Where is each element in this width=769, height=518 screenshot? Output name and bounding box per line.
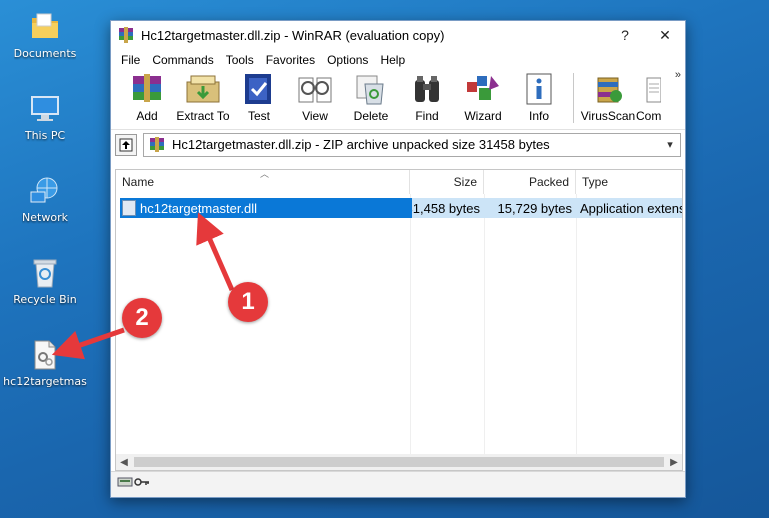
tool-label: Test (247, 109, 270, 123)
tool-label: Find (415, 109, 439, 123)
desktop-icon-dll-file[interactable]: hc12targetmas (2, 338, 88, 388)
archive-path-text: Hc12targetmaster.dll.zip - ZIP archive u… (172, 137, 550, 152)
help-button[interactable]: ? (605, 21, 645, 49)
add-archive-icon (127, 71, 167, 107)
dll-file-icon (27, 338, 63, 372)
column-packed[interactable]: Packed (484, 170, 576, 194)
dll-file-icon (122, 200, 136, 216)
status-bar (111, 471, 685, 497)
folder-icon (27, 10, 63, 44)
desktop-icon-label: Recycle Bin (13, 293, 77, 306)
file-row-selected[interactable]: hc12targetmaster.dll 31,458 bytes 15,729… (120, 198, 682, 218)
tool-label: Wizard (464, 109, 502, 123)
toolbar-overflow-chevron-icon[interactable]: » (675, 69, 681, 81)
winrar-window: Hc12targetmaster.dll.zip - WinRAR (evalu… (110, 20, 686, 498)
file-packed: 15,729 bytes (484, 198, 576, 218)
wizard-icon (463, 71, 503, 107)
column-divider (410, 194, 411, 460)
toolbar: Add Extract To Test View Delete Find Wiz… (111, 69, 685, 129)
column-divider (484, 194, 485, 460)
tool-label: Extract To (176, 109, 230, 123)
column-header: ︿ Name Size Packed Type (116, 170, 682, 194)
desktop-icon-label: This PC (24, 129, 66, 142)
virusscan-button[interactable]: VirusScan (580, 71, 636, 123)
computer-icon (27, 92, 63, 126)
sort-ascending-icon: ︿ (260, 169, 270, 179)
test-icon (239, 71, 279, 107)
info-icon (519, 71, 559, 107)
view-button[interactable]: View (287, 71, 343, 123)
desktop-icon-documents[interactable]: Documents (2, 10, 88, 60)
close-button[interactable]: ✕ (645, 21, 685, 49)
comment-button[interactable]: Com (636, 71, 672, 123)
comment-icon (636, 71, 666, 107)
info-button[interactable]: Info (511, 71, 567, 123)
tool-label: Info (528, 109, 549, 123)
title-bar[interactable]: Hc12targetmaster.dll.zip - WinRAR (evalu… (111, 21, 685, 49)
menu-options[interactable]: Options (321, 53, 374, 67)
file-type: Application extension (576, 198, 682, 218)
add-button[interactable]: Add (119, 71, 175, 123)
find-icon (407, 71, 447, 107)
column-divider (576, 194, 577, 460)
menu-file[interactable]: File (115, 53, 146, 67)
callout-1: 1 (228, 282, 268, 322)
desktop-icon-network[interactable]: Network (2, 174, 88, 224)
scroll-thumb[interactable] (134, 457, 664, 467)
desktop-icon-label: hc12targetmas (3, 375, 87, 388)
recycle-bin-icon (27, 256, 63, 290)
file-size: 31,458 bytes (412, 198, 484, 218)
desktop-icon-label: Documents (13, 47, 77, 60)
extract-to-icon (183, 71, 223, 107)
file-name: hc12targetmaster.dll (140, 200, 258, 216)
tool-label: VirusScan (580, 109, 636, 123)
extract-to-button[interactable]: Extract To (175, 71, 231, 123)
toolbar-separator (573, 73, 574, 123)
menu-tools[interactable]: Tools (220, 53, 260, 67)
menu-favorites[interactable]: Favorites (260, 53, 321, 67)
virusscan-icon (588, 71, 628, 107)
tool-label: Add (136, 109, 158, 123)
desktop-icon-label: Network (22, 211, 68, 224)
desktop-icon-recycle-bin[interactable]: Recycle Bin (2, 256, 88, 306)
scroll-track[interactable] (134, 457, 664, 467)
file-name-cell: hc12targetmaster.dll (120, 198, 412, 218)
tool-label: View (302, 109, 328, 123)
delete-button[interactable]: Delete (343, 71, 399, 123)
tool-label: Com (636, 109, 662, 123)
horizontal-scrollbar[interactable]: ◀ ▶ (116, 454, 682, 470)
file-list: ︿ Name Size Packed Type hc12targetmaster… (115, 169, 683, 471)
chevron-down-icon[interactable]: ▾ (660, 138, 680, 151)
find-button[interactable]: Find (399, 71, 455, 123)
scroll-right-icon[interactable]: ▶ (666, 457, 682, 468)
up-folder-button[interactable] (115, 133, 137, 156)
view-icon (295, 71, 335, 107)
up-arrow-icon (119, 138, 133, 151)
menu-bar: File Commands Tools Favorites Options He… (111, 49, 685, 71)
callout-2: 2 (122, 298, 162, 338)
delete-icon (351, 71, 391, 107)
network-icon (27, 174, 63, 208)
scroll-left-icon[interactable]: ◀ (116, 457, 132, 468)
wizard-button[interactable]: Wizard (455, 71, 511, 123)
menu-commands[interactable]: Commands (146, 53, 219, 67)
winrar-app-icon (117, 26, 135, 44)
column-size[interactable]: Size (410, 170, 484, 194)
desktop-icon-this-pc[interactable]: This PC (2, 92, 88, 142)
drive-key-icon (117, 475, 151, 494)
test-button[interactable]: Test (231, 71, 287, 123)
column-type[interactable]: Type (576, 170, 682, 194)
menu-help[interactable]: Help (374, 53, 411, 67)
tool-label: Delete (353, 109, 389, 123)
address-bar: Hc12targetmaster.dll.zip - ZIP archive u… (111, 129, 685, 159)
path-dropdown[interactable]: Hc12targetmaster.dll.zip - ZIP archive u… (143, 132, 681, 157)
window-title: Hc12targetmaster.dll.zip - WinRAR (evalu… (141, 27, 445, 43)
zip-archive-icon (148, 136, 166, 153)
